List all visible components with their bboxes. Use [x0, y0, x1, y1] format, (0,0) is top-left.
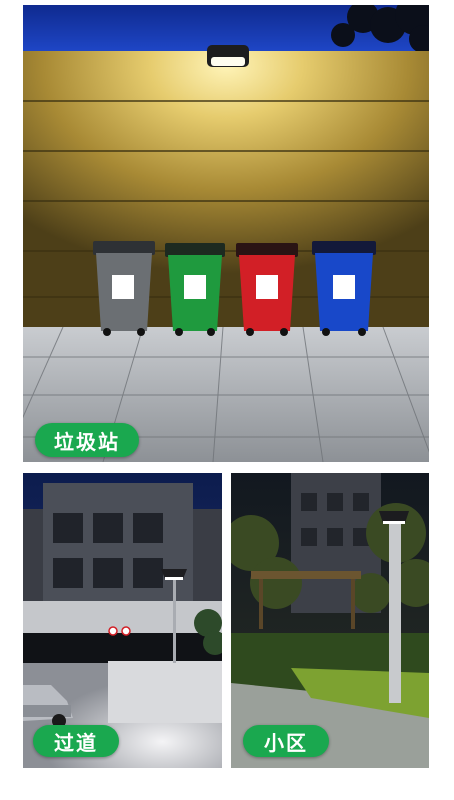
garbage-station-illustration — [23, 5, 429, 462]
solar-wall-light — [207, 45, 249, 67]
trash-bin-red — [236, 243, 298, 336]
scene-label-residential-community: 小区 — [243, 725, 329, 757]
garage-entrance — [23, 633, 222, 663]
concrete-barrier — [108, 661, 222, 723]
scene-label-garbage-station: 垃圾站 — [35, 423, 139, 457]
scene-photo-garbage-station: 垃圾站 — [23, 5, 429, 462]
trash-bin-green — [165, 243, 225, 336]
scene-photo-corridor: 过道 — [23, 473, 222, 768]
trash-bin-blue — [312, 241, 376, 336]
scene-label-corridor: 过道 — [33, 725, 119, 757]
trash-bin-gray — [93, 241, 155, 336]
community-illustration — [231, 473, 429, 768]
scene-photo-residential-community: 小区 — [231, 473, 429, 768]
corridor-illustration — [23, 473, 222, 768]
